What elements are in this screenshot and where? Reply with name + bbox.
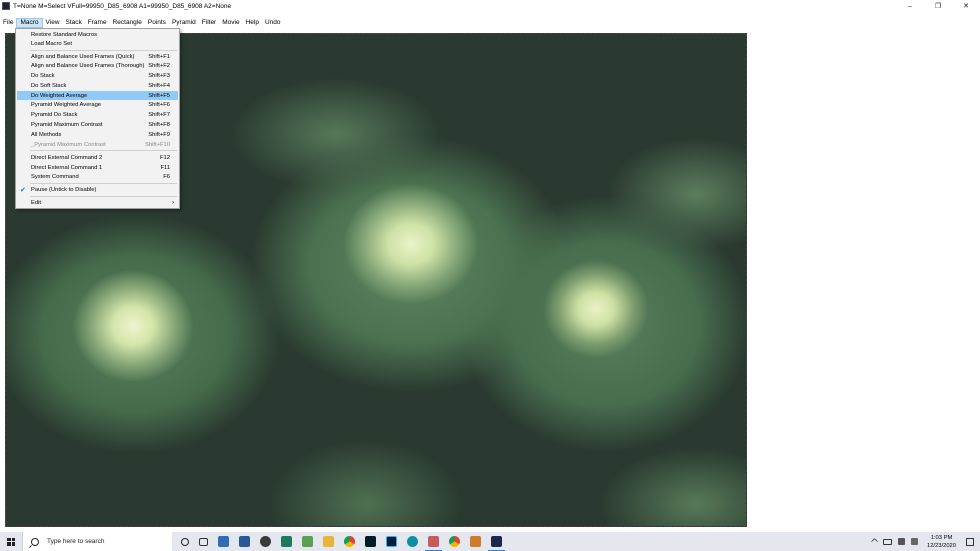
menu-separator bbox=[30, 195, 177, 197]
minimize-button[interactable]: – bbox=[896, 0, 924, 12]
menu-item-pyramid-weighted-average[interactable]: Pyramid Weighted Average Shift+F6 bbox=[17, 101, 178, 110]
taskbar-clock[interactable]: 1:03 PM 12/23/2020 bbox=[927, 534, 956, 550]
windows-logo-icon bbox=[7, 537, 15, 546]
menu-item-pyramid-maximum-contrast[interactable]: Pyramid Maximum Contrast Shift+F8 bbox=[17, 120, 178, 129]
menu-rectangle[interactable]: Rectangle bbox=[110, 18, 145, 28]
menu-stack[interactable]: Stack bbox=[63, 18, 85, 28]
menu-item-pyramid-do-stack[interactable]: Pyramid Do Stack Shift+F7 bbox=[17, 111, 178, 120]
cortana-icon[interactable] bbox=[181, 537, 189, 546]
edge-icon[interactable] bbox=[407, 536, 418, 547]
menu-item-align-thorough[interactable]: Align and Balance Used Frames (Thorough)… bbox=[17, 62, 178, 71]
zerene-icon[interactable] bbox=[488, 536, 505, 551]
chevron-up-icon[interactable] bbox=[870, 537, 879, 546]
menu-bar: File Macro View Stack Frame Rectangle Po… bbox=[0, 17, 980, 28]
menu-filter[interactable]: Filter bbox=[199, 18, 219, 28]
green-app-icon[interactable] bbox=[302, 536, 313, 547]
taskbar: Type here to search 1:03 PM 12/23/2020 bbox=[0, 532, 980, 551]
title-bar: T=None M=Select VFull=99950_D85_6908 A1=… bbox=[0, 0, 980, 12]
menu-item-direct-external-command-1[interactable]: Direct External Command 1 F11 bbox=[17, 163, 178, 172]
menu-separator bbox=[30, 182, 177, 184]
window-controls: – ❐ ✕ bbox=[896, 0, 980, 12]
search-placeholder: Type here to search bbox=[47, 538, 105, 545]
menu-item-do-stack[interactable]: Do Stack Shift+F3 bbox=[17, 72, 178, 81]
menu-item-do-soft-stack[interactable]: Do Soft Stack Shift+F4 bbox=[17, 81, 178, 90]
battery-icon[interactable] bbox=[882, 538, 892, 545]
menu-item-pyramid-maximum-contrast-disabled: _Pyramid Maximum Contrast Shift+F10 bbox=[31, 141, 170, 148]
clock-date: 12/23/2020 bbox=[926, 542, 956, 549]
taskbar-search-box[interactable]: Type here to search bbox=[22, 532, 172, 551]
network-icon[interactable] bbox=[897, 538, 905, 545]
notifications-icon[interactable] bbox=[966, 537, 974, 546]
system-tray: 1:03 PM 12/23/2020 bbox=[869, 532, 980, 551]
search-icon bbox=[31, 537, 39, 546]
photoshop-icon[interactable] bbox=[386, 536, 397, 547]
task-view-icon[interactable] bbox=[199, 537, 208, 546]
menu-view[interactable]: View bbox=[43, 18, 63, 28]
sheets-icon[interactable] bbox=[281, 536, 292, 547]
menu-separator bbox=[30, 150, 177, 151]
start-button[interactable] bbox=[0, 532, 22, 551]
menu-points[interactable]: Points bbox=[145, 18, 169, 28]
clock-time: 1:03 PM bbox=[930, 534, 953, 541]
tool-icon[interactable] bbox=[470, 536, 481, 547]
photos-app-icon[interactable] bbox=[260, 536, 271, 547]
window-title: T=None M=Select VFull=99950_D85_6908 A1=… bbox=[13, 2, 232, 10]
volume-icon[interactable] bbox=[910, 538, 918, 545]
menu-help[interactable]: Help bbox=[243, 18, 262, 28]
menu-item-direct-external-command-2[interactable]: Direct External Command 2 F12 bbox=[17, 153, 178, 162]
maximize-button[interactable]: ❐ bbox=[924, 0, 952, 12]
taskbar-apps bbox=[176, 536, 507, 551]
menu-item-do-weighted-average[interactable]: Do Weighted Average Shift+F5 bbox=[17, 91, 178, 100]
files-icon[interactable] bbox=[425, 536, 442, 551]
menu-undo[interactable]: Undo bbox=[262, 18, 284, 28]
macro-menu: Restore Standard Macros Load Macro Set A… bbox=[15, 28, 180, 209]
menu-pyramid[interactable]: Pyramid bbox=[169, 18, 199, 28]
menu-item-all-methods[interactable]: All Methods Shift+F9 bbox=[17, 130, 178, 139]
menu-item-system-command[interactable]: System Command F6 bbox=[17, 173, 178, 182]
chrome-icon-2[interactable] bbox=[449, 536, 460, 547]
menu-item-restore-standard-macros[interactable]: Restore Standard Macros bbox=[17, 30, 178, 39]
menu-macro[interactable]: Macro bbox=[16, 17, 43, 28]
app-icon bbox=[2, 2, 10, 10]
submenu-arrow-icon: › bbox=[172, 200, 174, 206]
menu-separator bbox=[30, 50, 177, 51]
menu-item-load-macro-set[interactable]: Load Macro Set bbox=[17, 39, 178, 48]
menu-movie[interactable]: Movie bbox=[219, 18, 242, 28]
menu-item-edit[interactable]: Edit › bbox=[17, 199, 178, 208]
word-icon[interactable] bbox=[239, 536, 250, 547]
menu-item-pause[interactable]: ✔ Pause (Untick to Disable) bbox=[17, 186, 178, 195]
close-button[interactable]: ✕ bbox=[952, 0, 980, 12]
taskbar-app-icon[interactable] bbox=[218, 536, 229, 547]
menu-file[interactable]: File bbox=[0, 18, 16, 28]
menu-frame[interactable]: Frame bbox=[85, 18, 110, 28]
lightroom-icon[interactable] bbox=[365, 536, 376, 547]
menu-item-align-quick[interactable]: Align and Balance Used Frames (Quick) Sh… bbox=[17, 52, 178, 61]
checkmark-icon: ✔ bbox=[20, 186, 26, 194]
file-explorer-icon[interactable] bbox=[323, 536, 334, 547]
chrome-icon[interactable] bbox=[344, 536, 355, 547]
